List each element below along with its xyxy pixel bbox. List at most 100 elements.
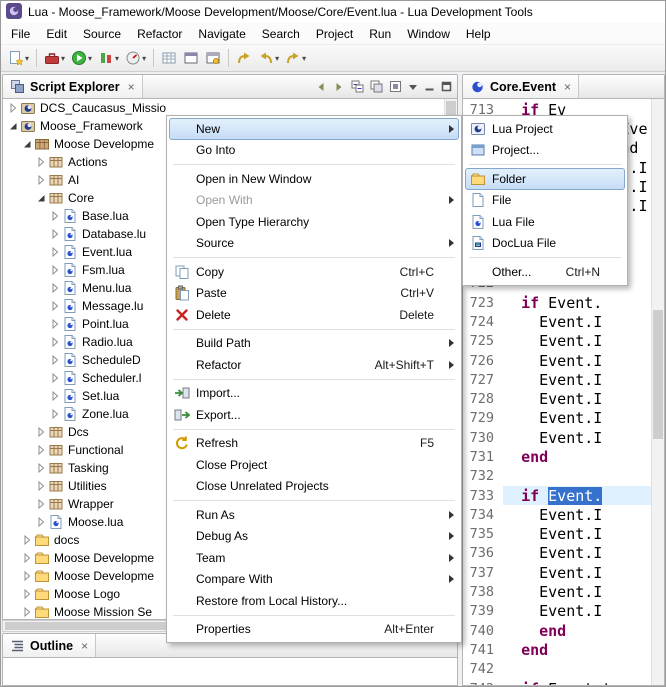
external-tools-button[interactable]: ▾ (41, 47, 68, 69)
editor-line-739[interactable]: 739 Event.I (463, 602, 664, 621)
editor-line-740[interactable]: 740 end (463, 621, 664, 640)
expand-arrow-icon[interactable] (48, 247, 61, 257)
collapse-all-icon[interactable] (351, 80, 364, 93)
menu-navigate[interactable]: Navigate (190, 24, 253, 44)
minimize-view-icon[interactable] (424, 81, 435, 92)
menu-item-copy[interactable]: CopyCtrl+C (169, 261, 459, 283)
expand-arrow-icon[interactable] (20, 607, 33, 617)
expand-arrow-icon[interactable] (20, 571, 33, 581)
editor-line-724[interactable]: 724 Event.I (463, 312, 664, 331)
menu-edit[interactable]: Edit (38, 24, 75, 44)
maximize-view-icon[interactable] (441, 81, 452, 92)
menu-search[interactable]: Search (254, 24, 308, 44)
submenu-item-file[interactable]: File (465, 190, 625, 212)
open-task-button[interactable] (158, 47, 180, 69)
submenu-item-project[interactable]: Project... (465, 140, 625, 162)
menu-run[interactable]: Run (361, 24, 399, 44)
editor-line-730[interactable]: 730 Event.I (463, 428, 664, 447)
expand-arrow-icon[interactable] (48, 283, 61, 293)
run-button[interactable]: ▾ (68, 47, 95, 69)
expand-arrow-icon[interactable] (48, 229, 61, 239)
editor-line-728[interactable]: 728 Event.I (463, 389, 664, 408)
menu-item-close-project[interactable]: Close Project (169, 454, 459, 476)
new-window-button[interactable] (180, 47, 202, 69)
expand-arrow-icon[interactable] (20, 139, 33, 149)
menu-item-open-in-new-window[interactable]: Open in New Window (169, 168, 459, 190)
focus-view-icon[interactable] (389, 80, 402, 93)
editor-vertical-scrollbar[interactable] (651, 99, 664, 685)
submenu-item-other[interactable]: Other...Ctrl+N (465, 261, 625, 283)
close-icon[interactable]: × (564, 80, 571, 94)
menu-item-open-type-hierarchy[interactable]: Open Type Hierarchy (169, 211, 459, 233)
menu-help[interactable]: Help (458, 24, 499, 44)
editor-line-732[interactable]: 732 (463, 467, 664, 486)
expand-arrow-icon[interactable] (6, 103, 19, 113)
menu-item-import[interactable]: Import... (169, 383, 459, 405)
submenu-item-doclua-file[interactable]: DocLua File (465, 233, 625, 255)
menu-item-restore-from-local-history[interactable]: Restore from Local History... (169, 590, 459, 612)
menu-window[interactable]: Window (399, 24, 458, 44)
menu-item-compare-with[interactable]: Compare With (169, 569, 459, 591)
editor-line-741[interactable]: 741 end (463, 640, 664, 659)
expand-arrow-icon[interactable] (6, 121, 19, 131)
editor-line-742[interactable]: 742 (463, 660, 664, 679)
expand-arrow-icon[interactable] (20, 535, 33, 545)
editor-line-743[interactable]: 743 if Event.ta (463, 679, 664, 686)
menu-item-close-unrelated-projects[interactable]: Close Unrelated Projects (169, 476, 459, 498)
menu-item-source[interactable]: Source (169, 233, 459, 255)
view-forward-icon[interactable] (333, 81, 345, 93)
expand-arrow-icon[interactable] (34, 463, 47, 473)
editor-line-726[interactable]: 726 Event.I (463, 351, 664, 370)
expand-arrow-icon[interactable] (48, 301, 61, 311)
menu-item-export[interactable]: Export... (169, 404, 459, 426)
menu-project[interactable]: Project (308, 24, 361, 44)
menu-item-team[interactable]: Team (169, 547, 459, 569)
tab-script-explorer[interactable]: Script Explorer × (3, 75, 143, 98)
submenu-item-folder[interactable]: Folder (465, 168, 625, 190)
expand-arrow-icon[interactable] (34, 517, 47, 527)
expand-arrow-icon[interactable] (34, 157, 47, 167)
link-with-editor-icon[interactable] (370, 80, 383, 93)
close-icon[interactable]: × (128, 80, 135, 94)
menu-item-delete[interactable]: DeleteDelete (169, 304, 459, 326)
expand-arrow-icon[interactable] (48, 337, 61, 347)
expand-arrow-icon[interactable] (34, 427, 47, 437)
view-menu-icon[interactable] (408, 82, 418, 92)
expand-arrow-icon[interactable] (48, 265, 61, 275)
menu-item-paste[interactable]: PasteCtrl+V (169, 283, 459, 305)
editor-line-735[interactable]: 735 Event.I (463, 525, 664, 544)
editor-area-button[interactable] (202, 47, 224, 69)
expand-arrow-icon[interactable] (48, 211, 61, 221)
editor-line-731[interactable]: 731 end (463, 447, 664, 466)
expand-arrow-icon[interactable] (34, 499, 47, 509)
expand-arrow-icon[interactable] (20, 553, 33, 563)
expand-arrow-icon[interactable] (34, 481, 47, 491)
editor-line-737[interactable]: 737 Event.I (463, 563, 664, 582)
expand-arrow-icon[interactable] (34, 445, 47, 455)
menu-item-new[interactable]: New (169, 118, 459, 140)
expand-arrow-icon[interactable] (48, 355, 61, 365)
editor-line-723[interactable]: 723 if Event. (463, 293, 664, 312)
editor-line-738[interactable]: 738 Event.I (463, 582, 664, 601)
menu-item-refresh[interactable]: RefreshF5 (169, 433, 459, 455)
menu-item-properties[interactable]: PropertiesAlt+Enter (169, 619, 459, 641)
expand-arrow-icon[interactable] (20, 589, 33, 599)
editor-line-736[interactable]: 736 Event.I (463, 544, 664, 563)
new-wizard-button[interactable]: ▾ (5, 47, 32, 69)
scrollbar-thumb[interactable] (653, 310, 663, 439)
menu-item-run-as[interactable]: Run As (169, 504, 459, 526)
editor-line-725[interactable]: 725 Event.I (463, 332, 664, 351)
coverage-button[interactable]: ▾ (95, 47, 122, 69)
submenu-item-lua-file[interactable]: Lua File (465, 211, 625, 233)
expand-arrow-icon[interactable] (48, 319, 61, 329)
expand-arrow-icon[interactable] (34, 193, 47, 203)
forward-button[interactable]: ▾ (282, 47, 309, 69)
back-button[interactable]: ▾ (255, 47, 282, 69)
tab-outline[interactable]: Outline × (3, 634, 96, 657)
profile-button[interactable]: ▾ (122, 47, 149, 69)
expand-arrow-icon[interactable] (48, 373, 61, 383)
expand-arrow-icon[interactable] (48, 409, 61, 419)
editor-line-727[interactable]: 727 Event.I (463, 370, 664, 389)
menu-source[interactable]: Source (75, 24, 129, 44)
menu-item-debug-as[interactable]: Debug As (169, 526, 459, 548)
